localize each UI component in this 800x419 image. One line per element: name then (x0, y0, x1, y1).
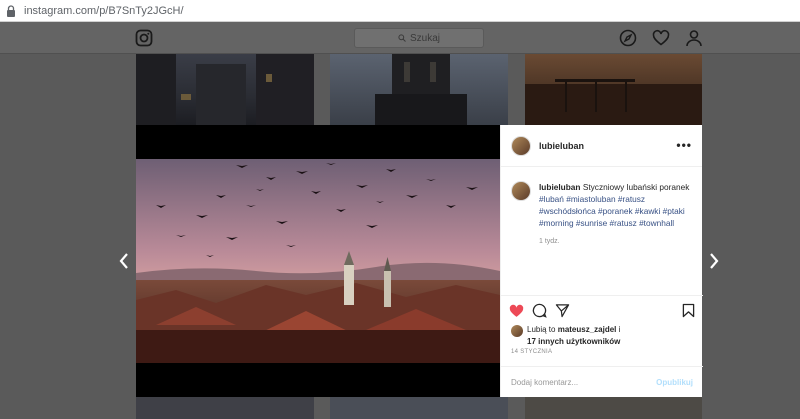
likes-suffix: i (618, 325, 621, 334)
grid-photo[interactable] (330, 54, 508, 125)
search-icon (398, 34, 406, 42)
previous-post-arrow-icon[interactable] (118, 252, 130, 270)
likes-prefix: Lubią to (527, 325, 556, 334)
likes-summary: Lubią to mateusz_zajdel i 17 innych użyt… (501, 318, 703, 348)
publish-button[interactable]: Opublikuj (656, 378, 693, 387)
grid-photo[interactable] (136, 54, 314, 125)
post-time-ago: 1 tydz. (539, 238, 560, 245)
comment-icon[interactable] (532, 303, 547, 318)
profile-icon[interactable] (685, 29, 703, 47)
heart-icon[interactable] (652, 29, 670, 47)
instagram-header: Szukaj (0, 22, 800, 54)
grid-photo-image (375, 54, 467, 125)
post-header: lubieluban ••• (501, 125, 702, 167)
next-post-arrow-icon[interactable] (708, 252, 720, 270)
avatar[interactable] (511, 135, 531, 156)
grid-photo[interactable] (136, 397, 314, 419)
post-modal: lubieluban ••• lubieluban Styczniowy lub… (136, 125, 703, 397)
comment-form: Opublikuj (501, 366, 703, 397)
search-input[interactable]: Szukaj (354, 28, 484, 48)
share-icon[interactable] (555, 303, 570, 318)
heart-icon[interactable] (509, 304, 524, 318)
comment-input[interactable] (511, 377, 641, 387)
grid-photo[interactable] (525, 54, 702, 125)
more-options-icon[interactable]: ••• (676, 138, 692, 152)
compass-icon[interactable] (619, 29, 637, 47)
grid-photo[interactable] (525, 397, 702, 419)
avatar[interactable] (511, 325, 523, 337)
lock-icon (7, 4, 15, 17)
post-actions: Lubią to mateusz_zajdel i 17 innych użyt… (501, 295, 703, 355)
avatar[interactable] (511, 181, 531, 201)
caption-hashtags[interactable]: #lubań #miastoluban #ratusz #wschódsłońc… (539, 194, 685, 228)
grid-photo[interactable] (330, 397, 508, 419)
likes-user[interactable]: mateusz_zajdel (558, 325, 617, 334)
post-date: 14 STYCZNIA (511, 349, 553, 355)
url-text: instagram.com/p/B7SnTy2JGcH/ (24, 4, 184, 17)
grid-photo-image (525, 79, 702, 125)
caption-username[interactable]: lubieluban (539, 182, 581, 192)
post-username[interactable]: lubieluban (539, 141, 584, 151)
browser-url-bar[interactable]: instagram.com/p/B7SnTy2JGcH/ (0, 0, 800, 22)
post-caption: lubieluban Styczniowy lubański poranek #… (511, 181, 697, 248)
caption-text: Styczniowy lubański poranek (582, 182, 690, 192)
instagram-icon[interactable] (135, 29, 153, 47)
grid-photo-image (136, 54, 314, 125)
search-placeholder: Szukaj (409, 32, 440, 44)
post-sidebar: lubieluban ••• lubieluban Styczniowy lub… (500, 125, 703, 397)
likes-others[interactable]: 17 innych użytkowników (527, 337, 620, 346)
bookmark-icon[interactable] (682, 303, 695, 318)
post-image-area[interactable] (136, 125, 500, 397)
post-photo (136, 159, 500, 363)
